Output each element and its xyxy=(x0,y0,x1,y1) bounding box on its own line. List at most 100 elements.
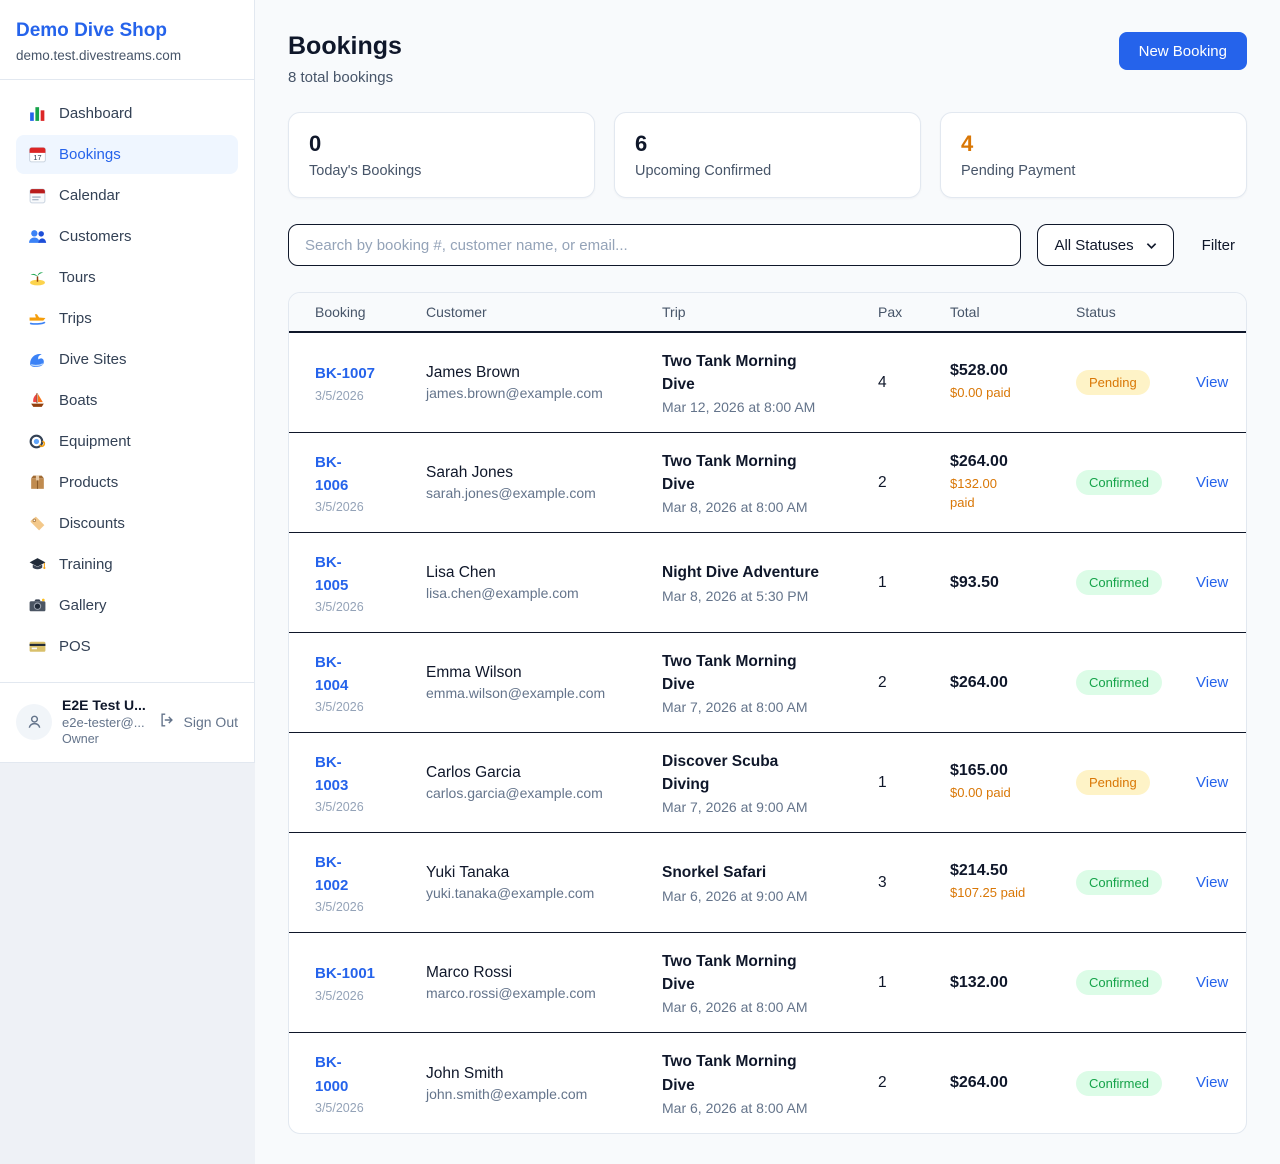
view-link[interactable]: View xyxy=(1196,874,1228,891)
trip-name: Two Tank Morning Dive xyxy=(662,950,827,997)
booking-number-link[interactable]: BK-1007 xyxy=(315,362,375,385)
customer-email: sarah.jones@example.com xyxy=(426,485,662,501)
user-role: Owner xyxy=(62,732,149,746)
customer-name: Carlos Garcia xyxy=(426,764,662,782)
bookings-table: Booking Customer Trip Pax Total Status B… xyxy=(288,292,1247,1134)
new-booking-button[interactable]: New Booking xyxy=(1119,32,1247,70)
total-amount: $264.00 xyxy=(950,453,1076,471)
sidebar: Demo Dive Shop demo.test.divestreams.com… xyxy=(0,0,255,763)
trip-datetime: Mar 6, 2026 at 8:00 AM xyxy=(662,999,878,1015)
sidebar-item-bookings[interactable]: 17 Bookings xyxy=(16,135,238,174)
booking-number-link[interactable]: BK-1001 xyxy=(315,962,375,985)
booking-cell: BK- 1000 3/5/2026 xyxy=(315,1051,426,1115)
user-info: E2E Test U... e2e-tester@... Owner xyxy=(62,697,149,746)
customer-name: Lisa Chen xyxy=(426,564,662,582)
paid-amount: $0.00 paid xyxy=(950,783,1076,803)
booking-number-link[interactable]: BK- 1003 xyxy=(315,751,348,798)
credit-card-icon xyxy=(28,637,47,656)
view-link[interactable]: View xyxy=(1196,574,1228,591)
status-badge: Confirmed xyxy=(1076,470,1162,495)
trip-cell: Discover Scuba Diving Mar 7, 2026 at 9:0… xyxy=(662,750,878,816)
actions-cell: View xyxy=(1196,474,1236,492)
stat-label: Today's Bookings xyxy=(309,163,574,179)
svg-text:17: 17 xyxy=(33,153,41,162)
sidebar-item-gallery[interactable]: Gallery xyxy=(16,586,238,625)
trip-datetime: Mar 8, 2026 at 8:00 AM xyxy=(662,499,878,515)
booking-date: 3/5/2026 xyxy=(315,389,426,403)
booking-number-link[interactable]: BK- 1002 xyxy=(315,851,348,898)
column-header-customer: Customer xyxy=(426,304,662,320)
sign-out-button[interactable]: Sign Out xyxy=(159,712,238,731)
actions-cell: View xyxy=(1196,874,1236,892)
sidebar-item-label: Dive Sites xyxy=(59,351,127,368)
status-cell: Confirmed xyxy=(1076,670,1196,695)
filter-button[interactable]: Filter xyxy=(1190,237,1247,254)
trip-cell: Two Tank Morning Dive Mar 7, 2026 at 8:0… xyxy=(662,650,878,716)
sidebar-item-calendar[interactable]: Calendar xyxy=(16,176,238,215)
trip-datetime: Mar 6, 2026 at 8:00 AM xyxy=(662,1100,878,1116)
customer-email: marco.rossi@example.com xyxy=(426,985,662,1001)
sidebar-item-boats[interactable]: Boats xyxy=(16,381,238,420)
pax-count: 4 xyxy=(878,374,950,392)
sidebar-item-training[interactable]: Training xyxy=(16,545,238,584)
sidebar-item-products[interactable]: Products xyxy=(16,463,238,502)
sidebar-item-label: Bookings xyxy=(59,146,121,163)
status-select[interactable]: All Statuses xyxy=(1037,224,1173,266)
avatar xyxy=(16,704,52,740)
sidebar-item-dashboard[interactable]: Dashboard xyxy=(16,94,238,133)
booking-number-link[interactable]: BK- 1005 xyxy=(315,551,348,598)
sidebar-item-equipment[interactable]: Equipment xyxy=(16,422,238,461)
sidebar-item-trips[interactable]: Trips xyxy=(16,299,238,338)
booking-date: 3/5/2026 xyxy=(315,500,426,514)
sidebar-header: Demo Dive Shop demo.test.divestreams.com xyxy=(0,0,254,80)
trip-name: Two Tank Morning Dive xyxy=(662,1050,827,1097)
page-header: Bookings 8 total bookings New Booking xyxy=(288,32,1247,86)
total-amount: $264.00 xyxy=(950,1074,1076,1092)
view-link[interactable]: View xyxy=(1196,974,1228,991)
user-section: E2E Test U... e2e-tester@... Owner Sign … xyxy=(0,682,254,762)
booking-number-link[interactable]: BK- 1000 xyxy=(315,1051,348,1098)
package-icon xyxy=(28,473,47,492)
booking-cell: BK- 1002 3/5/2026 xyxy=(315,851,426,915)
sidebar-item-label: Calendar xyxy=(59,187,120,204)
booking-date: 3/5/2026 xyxy=(315,800,426,814)
customer-name: Emma Wilson xyxy=(426,664,662,682)
table-row: BK-1007 3/5/2026 James Brown james.brown… xyxy=(289,333,1246,433)
status-cell: Pending xyxy=(1076,770,1196,795)
stat-value: 6 xyxy=(635,131,900,157)
booking-cell: BK-1007 3/5/2026 xyxy=(315,362,426,402)
search-input[interactable] xyxy=(288,224,1021,266)
table-row: BK- 1000 3/5/2026 John Smith john.smith@… xyxy=(289,1033,1246,1133)
sidebar-item-dive-sites[interactable]: Dive Sites xyxy=(16,340,238,379)
view-link[interactable]: View xyxy=(1196,374,1228,391)
sidebar-item-discounts[interactable]: Discounts xyxy=(16,504,238,543)
table-row: BK-1001 3/5/2026 Marco Rossi marco.rossi… xyxy=(289,933,1246,1033)
person-icon xyxy=(25,712,44,731)
sidebar-item-tours[interactable]: Tours xyxy=(16,258,238,297)
view-link[interactable]: View xyxy=(1196,474,1228,491)
view-link[interactable]: View xyxy=(1196,674,1228,691)
booking-number-link[interactable]: BK- 1004 xyxy=(315,651,348,698)
sidebar-item-label: POS xyxy=(59,638,91,655)
table-body: BK-1007 3/5/2026 James Brown james.brown… xyxy=(289,333,1246,1133)
status-badge: Confirmed xyxy=(1076,570,1162,595)
sidebar-item-customers[interactable]: Customers xyxy=(16,217,238,256)
stats-cards: 0 Today's Bookings 6 Upcoming Confirmed … xyxy=(288,112,1247,198)
booking-cell: BK- 1003 3/5/2026 xyxy=(315,751,426,815)
customer-email: emma.wilson@example.com xyxy=(426,685,662,701)
stat-label: Pending Payment xyxy=(961,163,1226,179)
booking-cell: BK- 1005 3/5/2026 xyxy=(315,551,426,615)
pax-count: 2 xyxy=(878,674,950,692)
stat-value: 0 xyxy=(309,131,574,157)
logout-icon xyxy=(159,712,178,731)
customer-name: Sarah Jones xyxy=(426,464,662,482)
view-link[interactable]: View xyxy=(1196,774,1228,791)
booking-number-link[interactable]: BK- 1006 xyxy=(315,451,348,498)
paid-amount: $107.25 paid xyxy=(950,883,1076,903)
status-cell: Pending xyxy=(1076,370,1196,395)
view-link[interactable]: View xyxy=(1196,1074,1228,1091)
customer-email: yuki.tanaka@example.com xyxy=(426,885,662,901)
sidebar-nav: Dashboard 17 Bookings Calendar CustomersTour… xyxy=(0,80,254,674)
column-header-pax: Pax xyxy=(878,304,950,320)
sidebar-item-pos[interactable]: POS xyxy=(16,627,238,666)
